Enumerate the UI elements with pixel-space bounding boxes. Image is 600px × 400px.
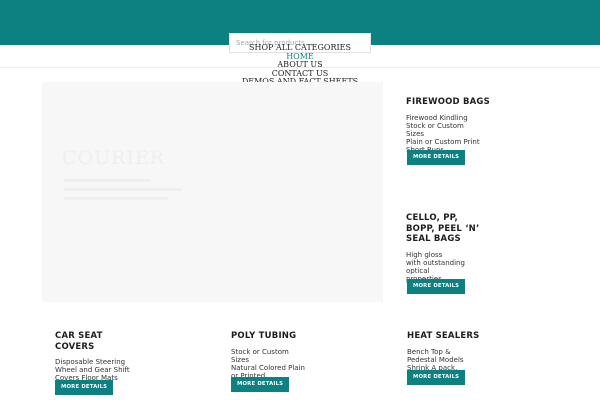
product-title: CAR SEAT COVERS xyxy=(55,331,103,352)
hero-text-line xyxy=(64,179,150,182)
product-title: POLY TUBING xyxy=(231,331,297,341)
product-description: Disposable Steering Wheel and Gear Shift… xyxy=(55,358,130,383)
product-description: Stock or Custom Sizes Natural Colored Pl… xyxy=(231,347,305,381)
product-firewood-bags: FIREWOOD BAGS Firewood Kindling Stock or… xyxy=(406,97,576,155)
product-car-seat-covers: CAR SEAT COVERS Disposable Steering Whee… xyxy=(55,331,195,383)
hero-title: COURIER xyxy=(62,147,166,169)
more-details-button-poly-tubing[interactable]: MORE DETAILS xyxy=(231,377,290,392)
product-description: Firewood Kindling Stock or Custom Sizes … xyxy=(406,113,480,155)
product-poly-tubing: POLY TUBING Stock or Custom Sizes Natura… xyxy=(231,331,371,380)
hero-text-line xyxy=(64,188,182,191)
product-description: Bench Top & Pedestal Models Shrink A pac… xyxy=(407,347,464,372)
more-details-button-firewood[interactable]: MORE DETAILS xyxy=(407,150,466,165)
more-details-button-cello[interactable]: MORE DETAILS xyxy=(407,279,466,294)
product-title: FIREWOOD BAGS xyxy=(406,97,490,107)
product-title: HEAT SEALERS xyxy=(407,331,480,341)
more-details-button-car-seat[interactable]: MORE DETAILS xyxy=(55,380,114,395)
more-details-button-heat-sealers[interactable]: MORE DETAILS xyxy=(407,370,466,385)
hero-banner: COURIER xyxy=(42,82,383,302)
hero-text-line xyxy=(64,197,168,200)
main-menu: SHOP ALL CATEGORIES HOME ABOUT US CONTAC… xyxy=(200,43,400,87)
product-cello-bags: CELLO, PP, BOPP, PEEL ‘N’ SEAL BAGS High… xyxy=(406,213,576,283)
product-title: CELLO, PP, BOPP, PEEL ‘N’ SEAL BAGS xyxy=(406,213,480,244)
product-heat-sealers: HEAT SEALERS Bench Top & Pedestal Models… xyxy=(407,331,577,372)
